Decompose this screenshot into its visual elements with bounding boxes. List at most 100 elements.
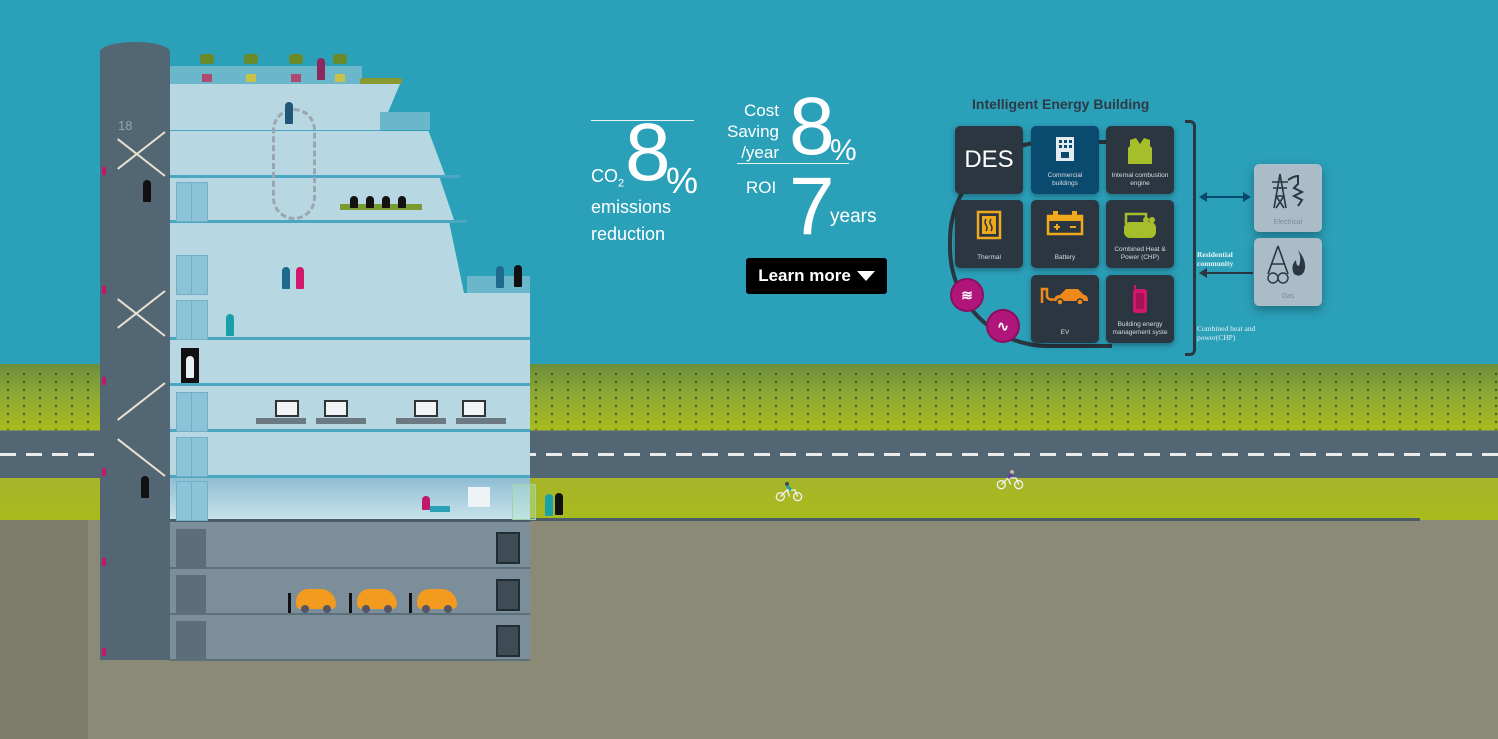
roof-plant (200, 54, 214, 64)
diagram-title: Intelligent Energy Building (972, 96, 1150, 112)
balcony (380, 112, 430, 130)
electric-car (357, 589, 397, 613)
power-pylon-icon (1272, 173, 1305, 209)
tile-thermal[interactable]: Thermal (955, 200, 1023, 268)
grid-label: Gas (1281, 293, 1295, 300)
person-figure (514, 265, 522, 287)
floor-14 (170, 223, 464, 293)
cost-label-line: /year (741, 143, 779, 162)
battery-icon (1046, 211, 1084, 236)
electric-car (296, 589, 336, 613)
grid-gas[interactable]: Gas (1254, 238, 1322, 306)
co2-subscript: 2 (618, 177, 625, 190)
charging-post (409, 593, 412, 613)
plant-pot (202, 74, 212, 82)
revolving-door (512, 484, 536, 520)
person-figure (366, 196, 374, 208)
tile-label: Commercial buildings (1047, 172, 1083, 187)
co2-label-text: CO (591, 166, 618, 186)
computer-monitor (275, 400, 299, 417)
chp-note: Combined heat and power(CHP) (1197, 324, 1256, 342)
elevator-door (176, 481, 208, 521)
fire-extinguisher-icon (102, 377, 106, 385)
office-desk (316, 418, 366, 424)
tile-internal-combustion-engine[interactable]: Internal combustion engine (1106, 126, 1174, 194)
cost-saving-value: 8 (789, 81, 835, 172)
basement-elevator-door (176, 529, 206, 567)
elevator-door (176, 437, 208, 477)
person-figure (296, 267, 304, 289)
caret-down-icon (856, 271, 875, 281)
fire-extinguisher-icon (102, 648, 106, 656)
arrow-left-head-icon (1199, 268, 1207, 278)
directory-board (468, 487, 490, 507)
roi-value: 7 (789, 161, 835, 252)
tile-battery[interactable]: Battery (1031, 200, 1099, 268)
cost-saving-label: Cost Saving /year (725, 100, 779, 163)
reception-desk (430, 506, 450, 512)
learn-more-label: Learn more (758, 266, 851, 285)
person-figure (285, 102, 293, 124)
roof-plant (244, 54, 258, 64)
heat-icon (976, 210, 1002, 240)
tile-chp[interactable]: Combined Heat & Power (CHP) (1106, 200, 1174, 268)
elevator-door (176, 255, 208, 295)
co2-value: 8 (625, 107, 671, 198)
office-desk (256, 418, 306, 424)
tile-label: EV (1060, 329, 1070, 336)
bidirectional-arrow (1203, 196, 1247, 198)
tile-ev[interactable]: EV (1031, 275, 1099, 343)
person-on-stairs (143, 180, 151, 202)
receptionist-figure (422, 496, 430, 510)
tile-des[interactable]: DES (955, 126, 1023, 194)
charging-post (288, 593, 291, 613)
learn-more-button[interactable]: Learn more (746, 258, 887, 294)
ventilation-grille (496, 579, 520, 611)
cost-label-line: Saving (727, 122, 779, 141)
co2-label: CO2 (591, 166, 624, 190)
elevator-door (176, 300, 208, 340)
pedestrian-figure (545, 494, 553, 516)
grid-electrical[interactable]: Electrical (1254, 164, 1322, 232)
ventilation-grille (496, 532, 520, 564)
tile-commercial-buildings[interactable]: Commercial buildings (1031, 126, 1099, 194)
engine-icon (1128, 138, 1152, 164)
chp-unit-icon (1124, 212, 1156, 238)
gardener-figure (317, 58, 325, 80)
floor-slab (170, 220, 467, 223)
plant-pot (246, 74, 256, 82)
floor-number: 18 (118, 118, 133, 133)
tile-label: Building energy management syste (1112, 321, 1168, 336)
computer-monitor (324, 400, 348, 417)
cyclist-figure (996, 470, 1024, 490)
tile-label: Thermal (977, 254, 1001, 261)
charging-post (349, 593, 352, 613)
floor-10 (170, 432, 530, 478)
fire-extinguisher-icon (102, 286, 106, 294)
office-desk (456, 418, 506, 424)
bracket (1185, 120, 1196, 356)
co2-desc-line: emissions (591, 197, 672, 217)
spiral-staircase (272, 108, 316, 220)
basement-level-1 (170, 522, 530, 569)
person-figure (186, 356, 194, 378)
grid-label: Electrical (1273, 219, 1303, 226)
floor-13 (170, 293, 530, 340)
roof-railing (170, 66, 362, 84)
person-figure (496, 266, 504, 288)
roi-label: ROI (746, 178, 777, 197)
cost-label-line: Cost (744, 101, 779, 120)
inbound-arrow (1203, 272, 1253, 274)
basement-level-3 (170, 615, 530, 661)
electric-wave-icon: ∿ (986, 309, 1020, 343)
fire-extinguisher-icon (102, 558, 106, 566)
office-building-icon (1056, 137, 1074, 161)
plant-pot (335, 74, 345, 82)
office-desk (396, 418, 446, 424)
person-figure (350, 196, 358, 208)
computer-monitor (462, 400, 486, 417)
tile-building-energy-management[interactable]: Building energy management syste (1106, 275, 1174, 343)
electric-car (417, 589, 457, 613)
underground-soil-shade (0, 520, 88, 739)
elevator-door (176, 392, 208, 432)
